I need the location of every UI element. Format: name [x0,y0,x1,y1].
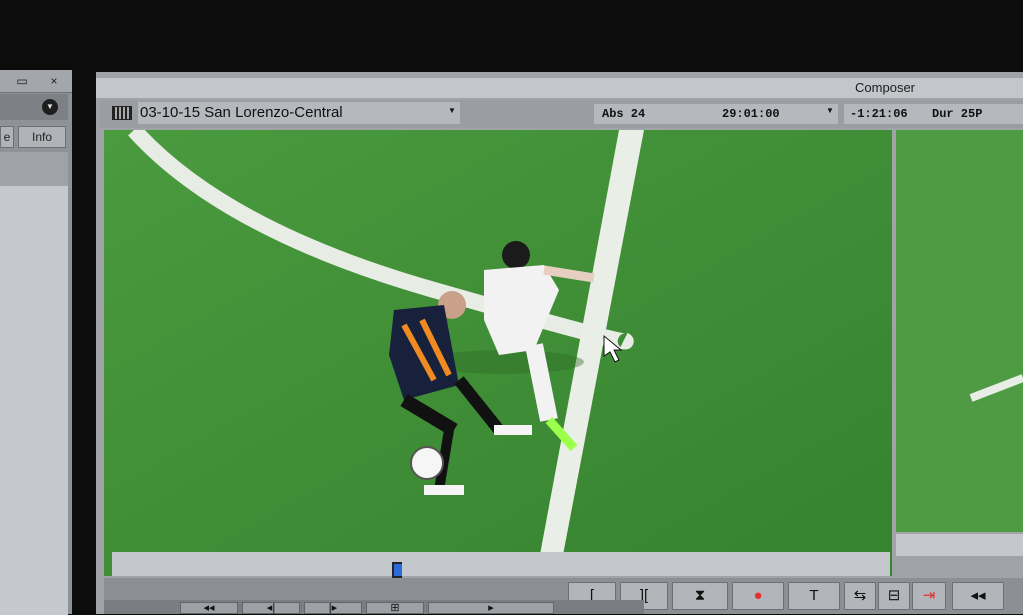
position-bar[interactable] [112,552,890,576]
grid-button[interactable]: ⊞ [366,602,424,614]
clip-menu-icon[interactable] [112,106,132,120]
video-frame-image [104,130,892,576]
step-back-button[interactable]: ◂| [242,602,300,614]
composer-titlebar: Composer [96,78,1023,98]
video-frame-right-image [896,130,1023,532]
bin-list [0,152,68,615]
step-forward-button[interactable]: |▸ [304,602,362,614]
lift-button[interactable]: ⊟ [878,582,910,610]
maximize-button[interactable]: ▭ [12,72,32,90]
tab-info[interactable]: Info [18,126,66,148]
fast-back-button[interactable]: ◂◂ [180,602,238,614]
splice-in-button[interactable]: ⇆ [844,582,876,610]
match-frame-button[interactable]: ⧗ [672,582,728,610]
dropdown-icon[interactable]: ▼ [42,99,58,115]
composer-title: Composer [855,80,915,95]
timecode-remain[interactable]: -1:21:06 [844,104,928,124]
source-monitor-video[interactable] [104,130,892,576]
timecode-abs[interactable]: Abs 24 [594,104,716,124]
tab-e[interactable]: e [0,126,14,148]
bin-list-header [0,152,68,186]
timecode-duration[interactable]: Dur 25P [928,104,1023,124]
timecode-main[interactable]: 29:01:00 [716,104,838,124]
record-position-bar[interactable] [896,534,1023,556]
close-button[interactable]: × [44,72,64,90]
rewind-button[interactable]: ◂◂ [952,582,1004,610]
play-button[interactable]: ▸ [428,602,554,614]
chevron-down-icon[interactable]: ▼ [448,106,458,116]
text-tool-button[interactable]: T [788,582,840,610]
overwrite-button[interactable]: ⇥ [912,582,946,610]
record-button[interactable]: ● [732,582,784,610]
position-indicator[interactable] [392,562,402,578]
record-monitor-video[interactable] [896,130,1023,532]
timecode-dropdown-icon[interactable]: ▼ [826,106,836,116]
clip-name-menu[interactable]: 03-10-15 San Lorenzo-Central [138,102,460,124]
